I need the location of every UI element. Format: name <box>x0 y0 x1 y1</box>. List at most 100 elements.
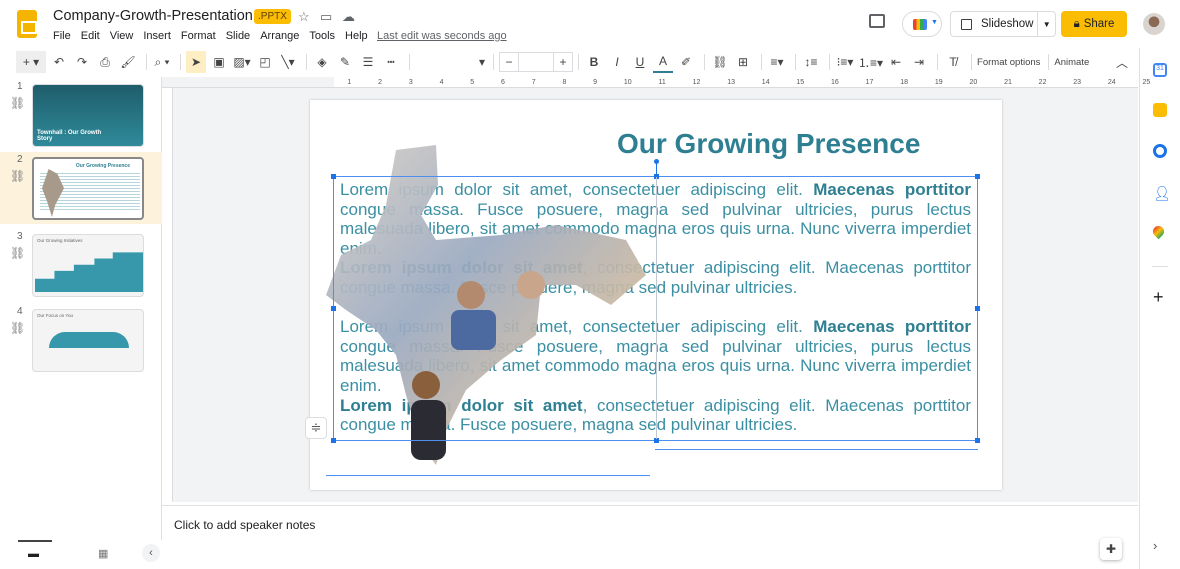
ruler-tick: 9 <box>593 78 598 86</box>
ruler-tick: 16 <box>831 78 839 86</box>
side-panel: 31 👤︎ + › <box>1139 48 1180 569</box>
add-comment-icon[interactable]: ⊞ <box>733 51 753 73</box>
collapse-toolbar-icon[interactable]: ︿ <box>1112 51 1132 73</box>
play-icon <box>961 19 972 30</box>
ruler-tick: 7 <box>531 78 536 86</box>
avatar[interactable] <box>1143 13 1165 35</box>
expand-panel-icon[interactable]: › <box>1153 538 1167 553</box>
highlight-icon[interactable]: ✐ <box>676 51 696 73</box>
bulleted-list-icon[interactable]: ⁝≡▾ <box>835 51 855 73</box>
vertical-ruler[interactable] <box>162 88 173 502</box>
slide-thumbnail-2[interactable]: 2 ⛓ Our Growing Presence <box>0 152 162 224</box>
meet-icon <box>913 19 927 30</box>
meet-button[interactable]: ▼ <box>902 11 942 37</box>
redo-icon[interactable]: ↷ <box>72 51 92 73</box>
ruler-tick: 17 <box>865 78 874 86</box>
collapse-filmstrip-icon[interactable]: ‹ <box>142 544 160 562</box>
comment-history-icon[interactable] <box>869 14 885 28</box>
grid-view-icon[interactable]: ▦ <box>98 547 108 560</box>
ruler-tick: 18 <box>900 78 909 86</box>
keep-icon[interactable] <box>1153 103 1167 117</box>
guide-line <box>655 449 978 450</box>
cloud-status-icon[interactable]: ☁ <box>342 9 355 25</box>
font-size-input[interactable] <box>518 53 554 71</box>
textbox-icon[interactable]: ▣ <box>209 51 229 73</box>
autofit-handle-icon[interactable]: ≑ <box>305 417 327 439</box>
ruler-tick: 12 <box>692 78 701 86</box>
text-color-icon[interactable]: A <box>653 51 673 73</box>
maps-icon[interactable] <box>1150 223 1167 240</box>
slides-logo[interactable] <box>17 10 37 38</box>
increase-indent-icon[interactable]: ⇥ <box>909 51 929 73</box>
select-icon[interactable]: ➤ <box>186 51 206 73</box>
filmstrip-footer: ▬ ▦ ‹ <box>0 540 162 569</box>
speaker-notes[interactable]: Click to add speaker notes ✚ <box>162 505 1138 569</box>
filmstrip-view-icon[interactable]: ▬ <box>28 548 39 560</box>
shape-icon[interactable]: ◰ <box>255 51 275 73</box>
star-icon[interactable]: ☆ <box>298 9 310 25</box>
menu-slide[interactable]: Slide <box>226 30 250 42</box>
tasks-icon[interactable] <box>1153 144 1167 158</box>
horizontal-ruler[interactable]: 1 2 3 4 5 6 7 8 9 10 11 12 13 14 15 16 17 18 19 20 21 22 23 24 2… <box>162 77 1164 88</box>
slide-thumbnail-4[interactable]: 4 ⛓ Our Focus on You <box>0 304 162 376</box>
zoom-icon[interactable]: ⌕ ▾ <box>152 51 172 73</box>
increase-font-icon[interactable]: + <box>554 55 572 69</box>
last-edit-link[interactable]: Last edit was seconds ago <box>377 30 507 42</box>
menu-arrange[interactable]: Arrange <box>260 30 299 42</box>
menu-view[interactable]: View <box>110 30 134 42</box>
link-icon[interactable]: ⛓ <box>710 51 730 73</box>
slide-title[interactable]: Our Growing Presence <box>617 128 920 160</box>
image-icon[interactable]: ▨▾ <box>232 51 252 73</box>
notes-placeholder[interactable]: Click to add speaker notes <box>174 518 315 532</box>
menu-tools[interactable]: Tools <box>309 30 335 42</box>
undo-icon[interactable]: ↶ <box>49 51 69 73</box>
thumb-title: Our Focus on You <box>37 313 74 318</box>
menu-bar: File Edit View Insert Format Slide Arran… <box>53 30 368 42</box>
slide-thumbnail-3[interactable]: 3 ⛓ Our Growing Initiatives <box>0 229 162 301</box>
underline-icon[interactable]: U <box>630 51 650 73</box>
align-icon[interactable]: ≡▾ <box>767 51 787 73</box>
line-icon[interactable]: ╲▾ <box>278 51 298 73</box>
add-addon-icon[interactable]: + <box>1153 288 1167 306</box>
decrease-font-icon[interactable]: − <box>500 55 518 69</box>
line-spacing-icon[interactable]: ↕≡ <box>801 51 821 73</box>
menu-file[interactable]: File <box>53 30 71 42</box>
decrease-indent-icon[interactable]: ⇤ <box>886 51 906 73</box>
document-title[interactable]: Company-Growth-Presentation <box>53 8 253 24</box>
selection-box[interactable] <box>331 159 980 443</box>
border-dash-icon[interactable]: ┅ <box>381 51 401 73</box>
bold-icon[interactable]: B <box>584 51 604 73</box>
font-size-stepper[interactable]: − + <box>499 52 573 72</box>
border-weight-icon[interactable]: ☰ <box>358 51 378 73</box>
italic-icon[interactable]: I <box>607 51 627 73</box>
numbered-list-icon[interactable]: ⒈≡▾ <box>858 51 883 73</box>
slide-thumbnail-1[interactable]: 1 ⛓ Townhall : Our Growth Story <box>0 79 162 151</box>
menu-format[interactable]: Format <box>181 30 216 42</box>
move-folder-icon[interactable]: ▭ <box>320 9 332 25</box>
ruler-tick: 11 <box>658 78 666 86</box>
menu-help[interactable]: Help <box>345 30 368 42</box>
border-color-icon[interactable]: ✎ <box>335 51 355 73</box>
ruler-tick: 21 <box>1004 78 1012 86</box>
guide-line <box>326 475 650 476</box>
calendar-icon[interactable]: 31 <box>1153 63 1167 77</box>
ruler-tick: 1 <box>347 78 352 86</box>
ruler-tick: 8 <box>562 78 567 86</box>
animate-button[interactable]: Animate <box>1054 51 1089 73</box>
slideshow-dropdown[interactable]: ▼ <box>1037 12 1055 36</box>
explore-icon[interactable]: ✚ <box>1100 538 1122 560</box>
font-dropdown[interactable]: ▾ <box>415 51 485 73</box>
menu-edit[interactable]: Edit <box>81 30 100 42</box>
slideshow-button[interactable]: Slideshow ▼ <box>950 11 1056 37</box>
menu-insert[interactable]: Insert <box>143 30 171 42</box>
fill-color-icon[interactable]: ◈ <box>312 51 332 73</box>
clear-formatting-icon[interactable]: T̸ <box>943 51 963 73</box>
thumb-title: Our Growing Initiatives <box>37 238 83 243</box>
paint-format-icon[interactable]: 🖌︎ <box>118 51 138 73</box>
print-icon[interactable]: ⎙ <box>95 51 115 73</box>
link-icon: ⛓ <box>10 321 26 335</box>
new-slide-icon[interactable]: + ▾ <box>16 51 46 73</box>
format-options-button[interactable]: Format options <box>977 51 1040 73</box>
contacts-icon[interactable]: 👤︎ <box>1153 185 1171 201</box>
share-button[interactable]: 🔒︎ Share <box>1061 11 1127 37</box>
